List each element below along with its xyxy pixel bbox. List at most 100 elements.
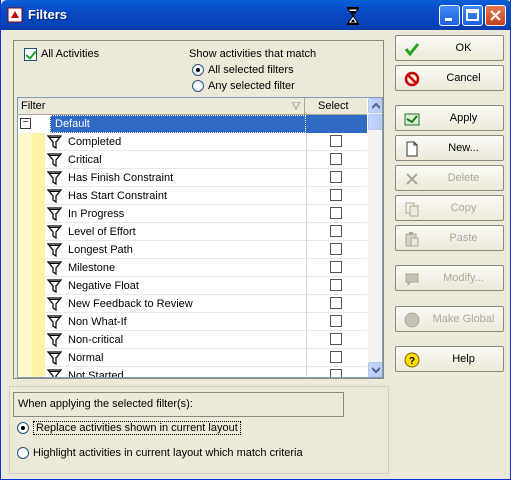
maximize-icon — [466, 9, 479, 21]
column-header-select[interactable]: Select — [306, 98, 367, 115]
filter-name: New Feedback to Review — [68, 298, 193, 310]
maximize-button[interactable] — [462, 5, 483, 26]
grid-header: Filter Select — [18, 98, 367, 115]
all-activities-label: All Activities — [41, 48, 100, 61]
modify-label: Modify... — [443, 272, 484, 284]
make-global-button[interactable]: Make Global — [395, 306, 504, 332]
select-checkbox[interactable] — [330, 243, 342, 255]
filter-name: Completed — [68, 136, 122, 148]
filter-grid: Filter Select − Default Completed Critica… — [17, 97, 383, 378]
help-button[interactable]: ? Help — [395, 346, 504, 372]
highlight-radio[interactable] — [17, 447, 29, 460]
select-checkbox[interactable] — [330, 135, 342, 147]
filter-row[interactable]: New Feedback to Review — [18, 295, 367, 313]
minimize-button[interactable] — [439, 5, 460, 26]
row-stripe — [18, 133, 32, 151]
select-checkbox[interactable] — [330, 153, 342, 165]
vertical-scrollbar[interactable] — [368, 98, 382, 377]
match-all-radio[interactable] — [192, 64, 204, 77]
collapse-toggle-icon[interactable]: − — [20, 118, 31, 129]
select-checkbox[interactable] — [330, 189, 342, 201]
filters-dialog: Filters All Activities Show activities t… — [0, 0, 511, 480]
row-stripe — [32, 277, 45, 295]
group-row-default[interactable]: − Default — [18, 115, 367, 133]
minimize-icon — [445, 18, 452, 21]
filter-name: Not Started — [68, 370, 124, 378]
arrow-down-icon — [372, 367, 380, 373]
row-stripe — [32, 133, 45, 151]
column-header-filter[interactable]: Filter — [18, 98, 305, 115]
row-stripe — [32, 295, 45, 313]
filter-row[interactable]: Milestone — [18, 259, 367, 277]
filter-row[interactable]: Non-critical — [18, 331, 367, 349]
close-button[interactable] — [485, 5, 506, 26]
row-stripe — [18, 151, 32, 169]
row-stripe — [32, 349, 45, 367]
delete-button[interactable]: Delete — [395, 165, 504, 191]
select-checkbox[interactable] — [330, 261, 342, 273]
select-checkbox[interactable] — [330, 333, 342, 345]
scroll-up-button[interactable] — [368, 98, 382, 113]
new-button[interactable]: New... — [395, 135, 504, 161]
select-checkbox[interactable] — [330, 315, 342, 327]
apply-button[interactable]: Apply — [395, 105, 504, 131]
copy-button[interactable]: Copy — [395, 195, 504, 221]
select-checkbox[interactable] — [330, 297, 342, 309]
filter-name: Normal — [68, 352, 104, 364]
row-stripe — [18, 205, 32, 223]
filter-name: Has Finish Constraint — [68, 172, 174, 184]
filter-row[interactable]: In Progress — [18, 205, 367, 223]
select-checkbox[interactable] — [330, 351, 342, 363]
row-stripe — [18, 313, 32, 331]
select-checkbox[interactable] — [330, 207, 342, 219]
modify-button[interactable]: Modify... — [395, 265, 504, 291]
highlight-option[interactable]: Highlight activities in current layout w… — [17, 447, 303, 460]
row-stripe — [32, 205, 45, 223]
match-any-radio[interactable] — [192, 80, 204, 93]
filter-row[interactable]: Non What-If — [18, 313, 367, 331]
all-activities-checkbox[interactable] — [24, 48, 37, 61]
filter-funnel-icon — [47, 261, 62, 275]
filter-name: Level of Effort — [68, 226, 136, 238]
filter-row[interactable]: Critical — [18, 151, 367, 169]
delete-label: Delete — [447, 172, 480, 184]
filter-row[interactable]: Normal — [18, 349, 367, 367]
filter-funnel-icon — [47, 135, 62, 149]
group-label: Default — [50, 115, 306, 133]
match-all-option[interactable]: All selected filters — [192, 64, 294, 77]
match-any-label: Any selected filter — [208, 80, 295, 92]
replace-radio[interactable] — [17, 422, 29, 435]
hourglass-icon — [347, 7, 359, 25]
filter-row[interactable]: Completed — [18, 133, 367, 151]
filter-row[interactable]: Negative Float — [18, 277, 367, 295]
filter-row[interactable]: Longest Path — [18, 241, 367, 259]
filter-name: Negative Float — [68, 280, 139, 292]
paste-button[interactable]: Paste — [395, 225, 504, 251]
row-stripe — [32, 169, 45, 187]
filter-row[interactable]: Not Started — [18, 367, 367, 378]
sort-arrow-icon — [292, 102, 301, 110]
filter-row[interactable]: Has Finish Constraint — [18, 169, 367, 187]
filter-panel: All Activities Show activities that matc… — [13, 40, 384, 379]
replace-option[interactable]: Replace activities shown in current layo… — [17, 421, 241, 435]
ok-button[interactable]: OK — [395, 35, 504, 61]
select-checkbox[interactable] — [330, 279, 342, 291]
filter-funnel-icon — [47, 333, 62, 347]
help-icon: ? — [404, 352, 420, 368]
apply-icon — [404, 113, 420, 126]
select-checkbox[interactable] — [330, 225, 342, 237]
all-activities-option[interactable]: All Activities — [24, 48, 99, 61]
title-bar[interactable]: Filters — [1, 0, 511, 30]
cancel-button[interactable]: Cancel — [395, 65, 504, 91]
filter-funnel-icon — [47, 225, 62, 239]
match-any-option[interactable]: Any selected filter — [192, 80, 295, 93]
scroll-down-button[interactable] — [368, 362, 382, 377]
select-checkbox[interactable] — [330, 369, 342, 377]
filter-row[interactable]: Level of Effort — [18, 223, 367, 241]
select-checkbox[interactable] — [330, 171, 342, 183]
filter-row[interactable]: Has Start Constraint — [18, 187, 367, 205]
scroll-thumb[interactable] — [368, 114, 382, 130]
svg-text:?: ? — [409, 356, 415, 367]
row-stripe — [18, 349, 32, 367]
arrow-up-icon — [372, 103, 380, 109]
